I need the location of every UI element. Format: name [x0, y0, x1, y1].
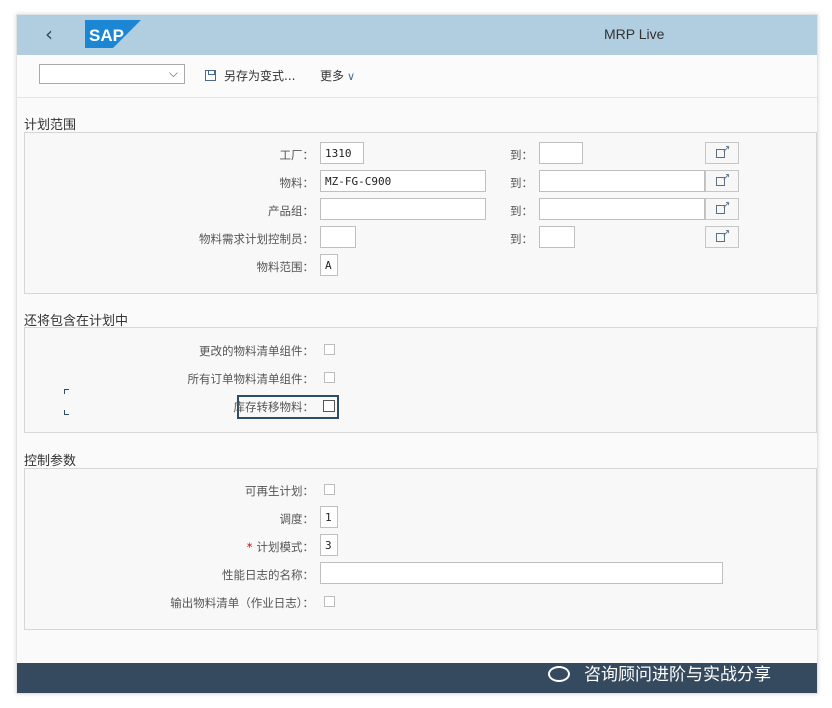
chevron-down-icon: ∨: [347, 70, 356, 83]
required-mark: *: [246, 540, 253, 554]
svg-text:SAP: SAP: [89, 26, 124, 45]
section-title-control-params: 控制参数: [24, 454, 77, 469]
watermark-text: 咨询顾问进阶与实战分享: [584, 665, 771, 685]
plant-label: 工厂：: [279, 148, 315, 162]
mrp-controller-field[interactable]: [320, 226, 356, 248]
back-arrow-icon[interactable]: ‹: [45, 23, 65, 45]
product-group-to-field[interactable]: [539, 198, 705, 220]
to-label: 到：: [510, 176, 533, 190]
mrp-controller-multi-selection-button[interactable]: ↗: [705, 226, 739, 248]
product-group-label: 产品组：: [268, 204, 314, 218]
control-params-group: [24, 468, 817, 630]
scheduling-label: 调度：: [279, 512, 315, 526]
toolbar: ⌵ 另存为变式... 更多 ∨: [17, 55, 817, 98]
save-as-variant-label: 另存为变式...: [224, 69, 296, 83]
material-to-field[interactable]: [539, 170, 705, 192]
wechat-icon: [548, 666, 570, 682]
material-label: 物料：: [279, 176, 315, 190]
to-label: 到：: [510, 204, 533, 218]
changed-bom-checkbox[interactable]: [324, 344, 335, 355]
regenerative-label: 可再生计划：: [245, 484, 314, 498]
mrp-controller-to-field[interactable]: [539, 226, 575, 248]
save-as-variant-button[interactable]: 另存为变式...: [205, 67, 295, 84]
to-label: 到：: [510, 148, 533, 162]
watermark: 咨询顾问进阶与实战分享: [548, 660, 771, 685]
variant-select[interactable]: ⌵: [39, 64, 185, 84]
changed-bom-label: 更改的物料清单组件：: [199, 344, 314, 358]
more-button[interactable]: 更多 ∨: [320, 67, 355, 84]
stock-transfer-checkbox[interactable]: [323, 400, 335, 412]
focus-corner-marker: [64, 389, 69, 394]
plant-multi-selection-button[interactable]: ↗: [705, 142, 739, 164]
output-bom-checkbox[interactable]: [324, 596, 335, 607]
also-include-group: [24, 327, 817, 433]
product-group-multi-selection-button[interactable]: ↗: [705, 198, 739, 220]
planning-mode-field[interactable]: 3: [320, 534, 338, 556]
section-title-planning-scope: 计划范围: [24, 118, 77, 133]
mrp-controller-label: 物料需求计划控制员：: [199, 232, 314, 246]
chevron-down-icon: ⌵: [168, 66, 178, 80]
order-bom-checkbox[interactable]: [324, 372, 335, 383]
perf-log-label: 性能日志的名称：: [222, 568, 314, 582]
order-bom-label: 所有订单物料清单组件：: [187, 372, 315, 386]
material-scope-label: 物料范围：: [256, 260, 315, 274]
sap-logo: SAP: [85, 20, 141, 48]
more-label: 更多: [320, 69, 345, 83]
save-icon: [205, 70, 216, 81]
stock-transfer-label: 库存转移物料：: [233, 400, 315, 414]
material-scope-field[interactable]: A: [320, 254, 338, 276]
scheduling-field[interactable]: 1: [320, 506, 338, 528]
plant-to-field[interactable]: [539, 142, 583, 164]
material-field[interactable]: MZ-FG-C900: [320, 170, 486, 192]
plant-field[interactable]: 1310: [320, 142, 364, 164]
app-window: ‹ SAP MRP Live ⌵ 另存为变式... 更多 ∨ 计划范围 工厂： 1…: [16, 14, 818, 694]
focus-corner-marker: [64, 410, 69, 415]
shell-bar: ‹ SAP MRP Live: [17, 15, 817, 55]
app-title: MRP Live: [604, 26, 665, 42]
perf-log-field[interactable]: [320, 562, 723, 584]
to-label: 到：: [510, 232, 533, 246]
material-multi-selection-button[interactable]: ↗: [705, 170, 739, 192]
product-group-field[interactable]: [320, 198, 486, 220]
output-bom-label: 输出物料清单（作业日志）：: [170, 596, 314, 610]
planning-mode-label-text: 计划模式：: [256, 540, 315, 554]
regenerative-checkbox[interactable]: [324, 484, 335, 495]
planning-mode-label: * 计划模式：: [247, 539, 314, 555]
